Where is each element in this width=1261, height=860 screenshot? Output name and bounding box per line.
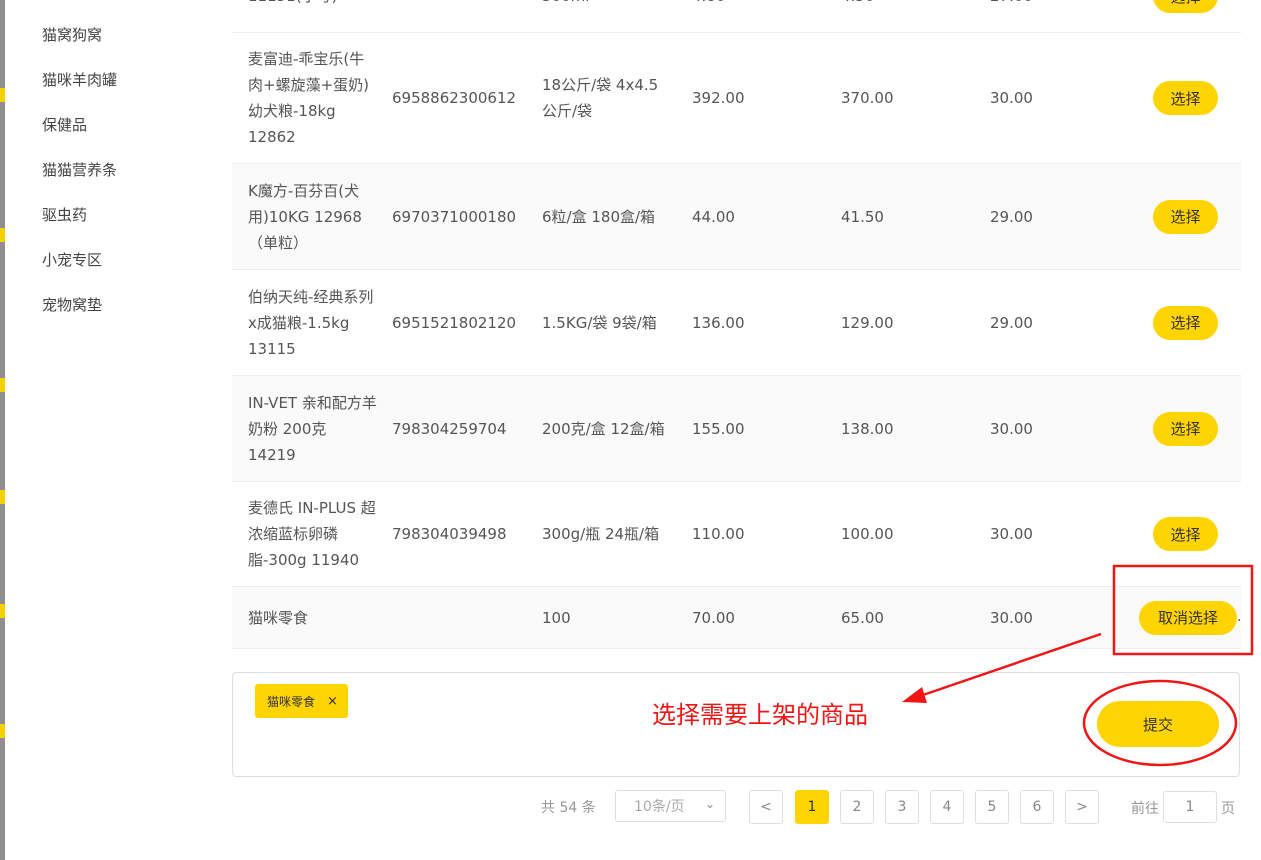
price-cell: 4.80: [692, 0, 725, 9]
product-table: 11151(小号) 300ml 4.80 4.50 27.00 选择 麦富迪-乖…: [232, 0, 1241, 649]
table-row: 麦富迪-乖宝乐(牛肉+螺旋藻+蛋奶)幼犬粮-18kg 12862 6958862…: [232, 33, 1241, 164]
table-row: 伯纳天纯-经典系列x成猫粮-1.5kg 13115 6951521802120 …: [232, 270, 1241, 376]
close-icon[interactable]: ×: [327, 694, 338, 709]
price-cell: 129.00: [841, 313, 894, 332]
product-spec: 18公斤/袋 4x4.5公斤/袋: [542, 76, 659, 120]
annotation-text: 选择需要上架的商品: [652, 701, 868, 729]
rate-cell: 30.00: [990, 525, 1033, 543]
page-button-2[interactable]: 2: [840, 790, 874, 824]
product-name: 猫咪零食: [248, 608, 309, 627]
page-size-select[interactable]: 10条/页 ⌄: [615, 790, 726, 822]
category-item[interactable]: 驱虫药: [42, 204, 87, 225]
product-name: 麦富迪-乖宝乐(牛肉+螺旋藻+蛋奶)幼犬粮-18kg 12862: [248, 50, 369, 146]
table-row: 猫咪零食 100 70.00 65.00 30.00 取消选择 .: [232, 587, 1241, 649]
barcode-cell: 6951521802120: [392, 313, 517, 332]
price-cell: 136.00: [692, 313, 745, 332]
product-spec: 300ml: [542, 0, 682, 9]
rate-cell: 30.00: [990, 419, 1033, 438]
page-size-value: 10条/页: [634, 799, 685, 815]
product-spec: 200克/盒 12盒/箱: [542, 419, 665, 438]
page-button-4[interactable]: 4: [930, 790, 964, 824]
price-cell: 370.00: [841, 89, 894, 107]
category-item[interactable]: 保健品: [42, 114, 87, 135]
select-button[interactable]: 选择: [1153, 0, 1218, 13]
barcode-cell: 6970371000180: [392, 207, 517, 226]
next-page-button[interactable]: >: [1065, 790, 1099, 824]
price-cell: 65.00: [841, 608, 884, 627]
page-button-5[interactable]: 5: [975, 790, 1009, 824]
selected-tag-label: 猫咪零食: [267, 694, 316, 709]
category-item[interactable]: 小宠专区: [42, 249, 102, 270]
page-button-6[interactable]: 6: [1020, 790, 1054, 824]
price-cell: 4.50: [841, 0, 874, 9]
product-spec: 100: [542, 608, 571, 627]
price-cell: 41.50: [841, 207, 884, 226]
barcode-cell: 6958862300612: [392, 89, 517, 107]
goto-label: 前往: [1131, 801, 1159, 817]
rate-cell: 30.00: [990, 608, 1033, 627]
trailing-dot: .: [1237, 609, 1241, 625]
product-name: K魔方-百芬百(犬用)10KG 12968（单粒）: [248, 181, 362, 252]
cancel-select-button[interactable]: 取消选择: [1139, 600, 1237, 635]
product-name: 伯纳天纯-经典系列x成猫粮-1.5kg 13115: [248, 287, 374, 358]
price-cell: 44.00: [692, 207, 735, 226]
select-button[interactable]: 选择: [1153, 517, 1218, 551]
price-cell: 155.00: [692, 419, 745, 438]
goto-unit: 页: [1221, 801, 1235, 817]
category-item[interactable]: 宠物窝垫: [42, 294, 102, 315]
rate-cell: 29.00: [990, 207, 1033, 226]
barcode-cell: 798304039498: [392, 525, 507, 543]
price-cell: 110.00: [692, 525, 745, 543]
product-name: IN-VET 亲和配方羊奶粉 200克 14219: [248, 393, 377, 464]
product-spec: 1.5KG/袋 9袋/箱: [542, 313, 657, 332]
price-cell: 70.00: [692, 608, 735, 627]
prev-page-button[interactable]: <: [749, 790, 783, 824]
page-button-3[interactable]: 3: [885, 790, 919, 824]
select-button[interactable]: 选择: [1153, 81, 1218, 115]
product-name: 麦德氏 IN-PLUS 超浓缩蓝标卵磷脂-300g 11940: [248, 499, 376, 569]
rate-cell: 30.00: [990, 89, 1033, 107]
product-name: 11151(小号): [248, 0, 378, 9]
select-button[interactable]: 选择: [1153, 199, 1218, 234]
product-spec: 300g/瓶 24瓶/箱: [542, 525, 660, 543]
selected-tag: 猫咪零食 ×: [255, 684, 348, 718]
price-cell: 138.00: [841, 419, 894, 438]
price-cell: 392.00: [692, 89, 745, 107]
select-button[interactable]: 选择: [1153, 411, 1218, 446]
product-spec: 6粒/盒 180盒/箱: [542, 207, 656, 226]
submit-button[interactable]: 提交: [1097, 701, 1219, 747]
table-row: 11151(小号) 300ml 4.80 4.50 27.00 选择: [232, 0, 1241, 33]
select-button[interactable]: 选择: [1153, 305, 1218, 340]
price-cell: 100.00: [841, 525, 894, 543]
table-row: 麦德氏 IN-PLUS 超浓缩蓝标卵磷脂-300g 11940 79830403…: [232, 482, 1241, 587]
chevron-down-icon: ⌄: [704, 797, 715, 811]
category-sidebar: 猫窝狗窝 猫咪羊肉罐 保健品 猫猫营养条 驱虫药 小宠专区 宠物窝垫: [5, 0, 227, 860]
category-item[interactable]: 猫窝狗窝: [42, 24, 102, 45]
total-count: 共 54 条: [541, 800, 596, 816]
page-button-1[interactable]: 1: [795, 790, 829, 824]
rate-cell: 27.00: [990, 0, 1033, 9]
rate-cell: 29.00: [990, 313, 1033, 332]
category-item[interactable]: 猫猫营养条: [42, 159, 117, 180]
table-row: IN-VET 亲和配方羊奶粉 200克 14219 798304259704 2…: [232, 376, 1241, 482]
category-item[interactable]: 猫咪羊肉罐: [42, 69, 117, 90]
goto-page-input[interactable]: 1: [1163, 791, 1217, 823]
table-row: K魔方-百芬百(犬用)10KG 12968（单粒） 6970371000180 …: [232, 164, 1241, 270]
barcode-cell: 798304259704: [392, 419, 507, 438]
